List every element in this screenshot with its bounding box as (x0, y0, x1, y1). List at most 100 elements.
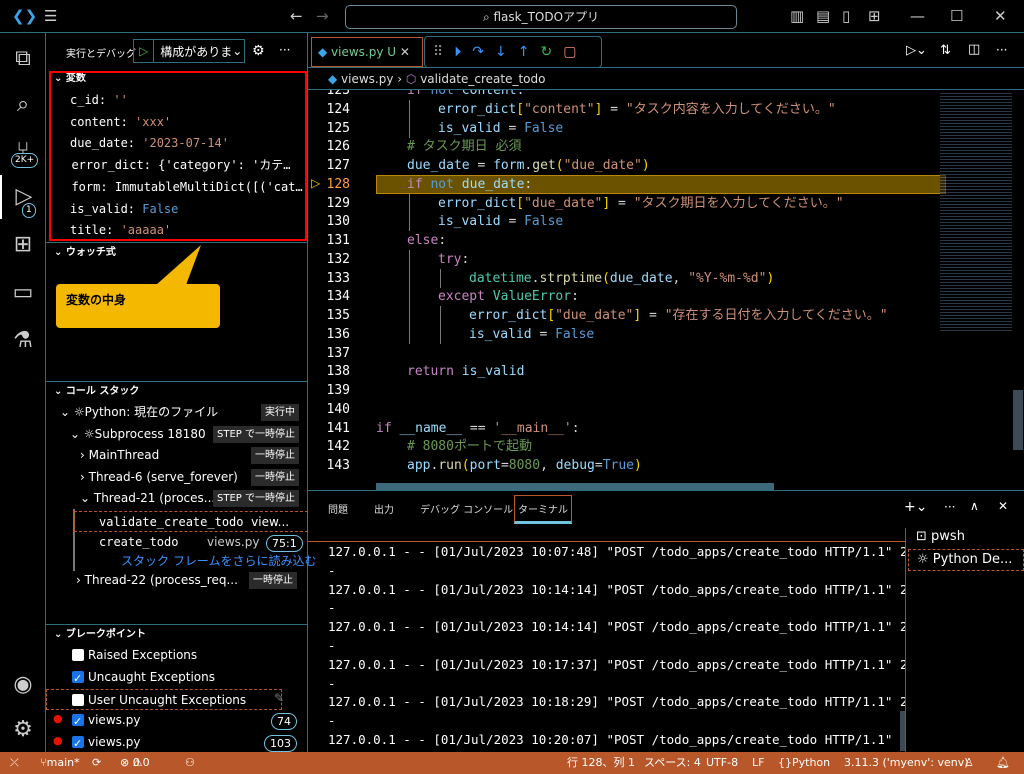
chevron-down-icon[interactable]: ⌄ (80, 491, 94, 505)
more-actions-icon[interactable]: ··· (996, 43, 1007, 57)
run-icon[interactable]: ▷⌄ (906, 43, 927, 58)
forward-arrow-icon[interactable]: → (316, 7, 329, 25)
language-mode[interactable]: {} Python (778, 752, 830, 774)
continue-icon[interactable]: ⏵ (454, 44, 461, 60)
panel-tab[interactable]: 出力 (374, 501, 394, 516)
chevron-right-icon[interactable]: › (80, 470, 89, 484)
close-window-icon[interactable]: ✕ (994, 7, 1007, 25)
terminal-output[interactable]: 127.0.0.1 - - [01/Jul/2023 10:07:48] "PO… (308, 543, 905, 753)
line-ending[interactable]: LF (752, 752, 764, 774)
code-line: if not content: (407, 90, 524, 100)
breakpoint-item[interactable]: User Uncaught Exceptions (46, 688, 282, 710)
testing-icon[interactable]: ⚗ (0, 319, 46, 363)
breakpoint-item[interactable]: Uncaught Exceptions (72, 667, 308, 688)
menu-icon[interactable]: ☰ (44, 7, 57, 25)
maximize-icon[interactable]: ☐ (950, 7, 963, 25)
more-actions-icon[interactable]: ··· (944, 500, 955, 514)
accounts-icon[interactable]: ◉ (0, 663, 46, 707)
debug-status-icon[interactable]: ⚇ (185, 752, 195, 774)
method-icon: ⬡ (405, 72, 421, 86)
remote-explorer-icon[interactable]: ▭ (0, 271, 46, 315)
explorer-icon[interactable]: ⧉ (0, 37, 46, 81)
minimize-icon[interactable]: — (910, 7, 925, 25)
edit-pencil-icon[interactable]: ✎ (274, 691, 284, 705)
breadcrumb-symbol[interactable]: validate_create_todo (420, 72, 545, 86)
extensions-icon[interactable]: ⊞ (0, 223, 46, 267)
indent-guide (409, 324, 410, 344)
code-token: "due_date" (563, 158, 642, 173)
stop-icon[interactable]: ▢ (563, 44, 576, 60)
load-more-frames-link[interactable]: スタック フレームをさらに読み込む (121, 551, 316, 572)
panel-tab[interactable]: デバッグ コンソール (420, 501, 513, 516)
compare-changes-icon[interactable]: ⇅ (940, 43, 951, 58)
chevron-down-icon[interactable]: ⌄ (60, 405, 74, 419)
encoding[interactable]: UTF-8 (706, 752, 738, 774)
code-token: : (571, 420, 580, 436)
chevron-down-icon[interactable]: ⌄ (70, 427, 84, 441)
search-view-icon[interactable]: ⌕ (0, 83, 46, 127)
toggle-sidebar-icon[interactable]: ▥ (790, 7, 804, 25)
terminal-item-pwsh[interactable]: ⊡ pwsh (916, 529, 965, 544)
layout-icon[interactable]: ⊞ (868, 7, 881, 25)
callstack-item[interactable]: › MainThread (80, 445, 159, 466)
code-token: strptime (539, 270, 603, 286)
step-over-icon[interactable]: ↷ (472, 44, 484, 60)
breakpoint-line-badge: 103 (264, 735, 297, 753)
indent-guide (409, 268, 410, 288)
breakpoint-checkbox[interactable] (72, 711, 84, 731)
callstack-item[interactable]: ⌄ ☼Subprocess 18180 (70, 424, 206, 445)
gear-icon[interactable]: ⚙ (252, 43, 265, 59)
debug-config-select[interactable]: ▷ 構成がありま ⌄ (133, 39, 245, 63)
minimap[interactable] (940, 91, 1012, 331)
callstack-item[interactable]: ⌄ ☼Python: 現在のファイル (60, 402, 218, 423)
close-panel-icon[interactable]: ✕ (998, 499, 1008, 513)
more-actions-icon[interactable]: ··· (279, 43, 290, 57)
remote-icon[interactable]: ⤫ (10, 752, 19, 774)
toggle-secondary-sidebar-icon[interactable]: ▯ (842, 7, 850, 25)
toggle-panel-icon[interactable]: ▤ (816, 7, 830, 25)
breakpoint-item[interactable]: Raised Exceptions (72, 645, 308, 666)
breakpoint-checkbox[interactable] (72, 668, 84, 688)
sync-icon[interactable]: ⟳ (92, 752, 101, 774)
terminal-item-python-debug[interactable]: ☼ Python De... (908, 549, 1024, 571)
python-interpreter[interactable]: 3.11.3 ('myenv': venv) (844, 752, 969, 774)
panel-tab[interactable]: 問題 (328, 501, 348, 516)
new-terminal-icon[interactable]: +⌄ (904, 499, 927, 515)
back-arrow-icon[interactable]: ← (290, 7, 303, 25)
editor-scrollbar[interactable] (1013, 390, 1023, 450)
step-into-icon[interactable]: ↓ (495, 44, 507, 60)
drag-handle-icon[interactable]: ⠿ (433, 44, 443, 60)
breakpoints-header[interactable]: ⌄ ブレークポイント (46, 624, 308, 644)
breakpoint-checkbox[interactable] (72, 693, 84, 706)
bug-icon: ☼ (73, 405, 85, 419)
indentation[interactable]: スペース: 4 (644, 752, 701, 774)
breadcrumb-file[interactable]: views.py (341, 72, 393, 86)
horizontal-scrollbar[interactable] (376, 483, 774, 490)
cursor-position[interactable]: 行 128、列 1 (567, 752, 635, 774)
restart-icon[interactable]: ↻ (540, 44, 552, 60)
accounts-status-icon[interactable]: ♙ (964, 752, 974, 774)
problems-item[interactable]: ⊗ 0 ⚠ 0 (120, 752, 150, 774)
code-token: if (407, 90, 431, 98)
stack-frame-current[interactable]: validate_create_todo view... (74, 511, 308, 532)
code-editor[interactable]: 123 if not content: 124 error_dict["content… (308, 90, 1024, 490)
callstack-header[interactable]: ⌄ コール スタック (46, 381, 308, 401)
panel-tab[interactable]: ターミナル (514, 495, 572, 524)
breakpoint-checkbox[interactable] (72, 649, 84, 661)
step-out-icon[interactable]: ↑ (518, 44, 530, 60)
tab-views-py[interactable]: ◆ views.py U ✕ (311, 37, 423, 67)
branch-item[interactable]: ⑂ main* (40, 752, 80, 774)
close-tab-icon[interactable]: ✕ (400, 45, 410, 59)
breakpoint-label: views.py (88, 735, 141, 750)
maximize-panel-icon[interactable]: ∧ (970, 499, 979, 513)
callstack-item[interactable]: › Thread-6 (serve_forever) (80, 467, 238, 488)
command-center-search[interactable]: ⌕ flask_TODOアプリ (345, 5, 737, 29)
chevron-right-icon[interactable]: › (80, 448, 89, 462)
notifications-bell-icon[interactable]: 🔔︎ (996, 752, 1010, 774)
start-debug-icon[interactable]: ▷ (134, 40, 155, 62)
split-editor-icon[interactable]: ◫ (968, 42, 980, 57)
settings-gear-icon[interactable]: ⚙ (0, 708, 46, 752)
breakpoint-checkbox[interactable] (72, 733, 84, 753)
callstack-item[interactable]: ⌄ Thread-21 (proces... (80, 488, 215, 509)
frame-name: validate_create_todo (99, 515, 244, 529)
